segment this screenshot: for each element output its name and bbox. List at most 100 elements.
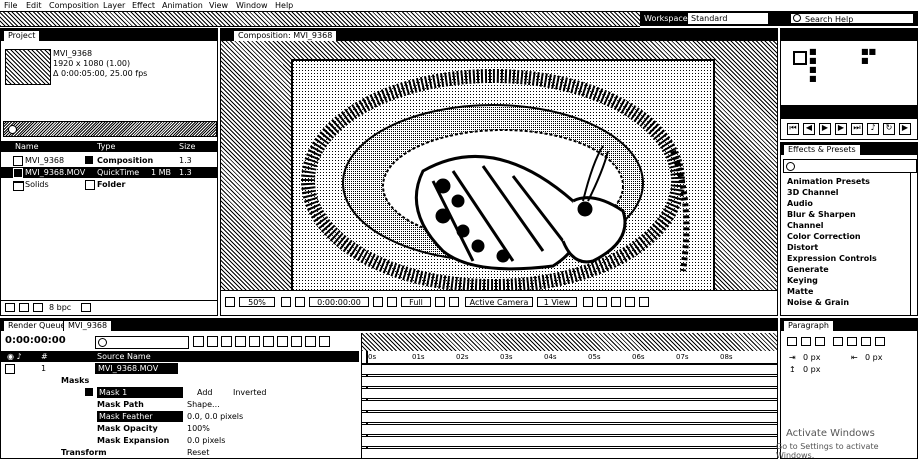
magnification-select[interactable]: 50% bbox=[239, 297, 275, 307]
resolution-select[interactable]: Full bbox=[401, 297, 431, 307]
tab-project[interactable]: Project bbox=[3, 30, 41, 41]
menu-layer[interactable]: Layer bbox=[103, 0, 125, 11]
hide-shy-layers-icon[interactable] bbox=[221, 336, 232, 347]
align-left-icon[interactable] bbox=[787, 337, 797, 346]
effect-category[interactable]: Generate bbox=[787, 265, 829, 274]
timeline-tracks-area[interactable]: 0s 01s 02s 03s 04s 05s 06s 07s 08s bbox=[361, 333, 777, 458]
draft-3d-icon[interactable] bbox=[207, 336, 218, 347]
effect-category[interactable]: 3D Channel bbox=[787, 188, 839, 197]
fast-previews-icon[interactable] bbox=[597, 297, 607, 307]
timeline-current-time[interactable]: 0:00:00:00 bbox=[5, 335, 66, 346]
effect-category[interactable]: Keying bbox=[787, 276, 818, 285]
space-before-value[interactable]: 0 px bbox=[803, 365, 820, 374]
graph-editor-icon[interactable] bbox=[263, 336, 274, 347]
property-value[interactable]: 0.0, 0.0 pixels bbox=[187, 411, 243, 422]
track-row[interactable] bbox=[362, 424, 777, 435]
hand-icon[interactable] bbox=[319, 336, 330, 347]
search-help-input[interactable]: Search Help bbox=[790, 13, 914, 24]
effect-category[interactable]: Expression Controls bbox=[787, 254, 877, 263]
track-row[interactable] bbox=[362, 400, 777, 411]
time-ruler[interactable]: 0s 01s 02s 03s 04s 05s 06s 07s 08s bbox=[362, 351, 777, 364]
menu-help[interactable]: Help bbox=[275, 0, 293, 11]
mask-visibility-icon[interactable] bbox=[295, 297, 305, 307]
camera-icon[interactable] bbox=[305, 336, 316, 347]
effect-category[interactable]: Matte bbox=[787, 287, 813, 296]
brainstorm-icon[interactable] bbox=[277, 336, 288, 347]
col-type[interactable]: Type bbox=[97, 142, 115, 151]
effect-category[interactable]: Noise & Grain bbox=[787, 298, 849, 307]
col-name[interactable]: Name bbox=[15, 142, 39, 151]
layer-duration-bar[interactable] bbox=[362, 364, 777, 375]
property-row[interactable]: Mask 1 Add Inverted bbox=[1, 387, 359, 398]
layer-name[interactable]: MVI_9368.MOV bbox=[95, 363, 178, 374]
grid-icon[interactable] bbox=[281, 297, 291, 307]
project-row[interactable]: MVI_9368 Composition 1.3 bbox=[1, 155, 217, 166]
justify-center-icon[interactable] bbox=[847, 337, 857, 346]
property-row[interactable]: Mask Expansion 0.0 pixels bbox=[1, 435, 359, 446]
layer-row[interactable]: 1 MVI_9368.MOV bbox=[1, 363, 359, 374]
indent-right-value[interactable]: 0 px bbox=[865, 353, 882, 362]
property-value[interactable]: 0.0 pixels bbox=[187, 435, 225, 446]
menu-window[interactable]: Window bbox=[236, 0, 268, 11]
effect-category[interactable]: Blur & Sharpen bbox=[787, 210, 856, 219]
track-row[interactable] bbox=[362, 376, 777, 387]
source-name-header[interactable]: Source Name bbox=[97, 352, 151, 361]
interpret-footage-button[interactable] bbox=[5, 303, 15, 312]
property-value[interactable]: 100% bbox=[187, 423, 210, 434]
audio-icon[interactable]: ♪ bbox=[867, 123, 879, 135]
previous-frame-button[interactable]: ◀ bbox=[803, 123, 815, 135]
align-center-icon[interactable] bbox=[801, 337, 811, 346]
effect-category[interactable]: Channel bbox=[787, 221, 824, 230]
keyframe-icon[interactable] bbox=[291, 336, 302, 347]
property-row[interactable]: Mask Feather 0.0, 0.0 pixels bbox=[1, 411, 359, 422]
indent-left-value[interactable]: 0 px bbox=[803, 353, 820, 362]
trash-icon[interactable] bbox=[81, 303, 91, 312]
justify-right-icon[interactable] bbox=[861, 337, 871, 346]
motion-blur-icon[interactable] bbox=[249, 336, 260, 347]
justify-left-icon[interactable] bbox=[833, 337, 843, 346]
toggle-pixel-aspect-icon[interactable] bbox=[583, 297, 593, 307]
effect-category[interactable]: Color Correction bbox=[787, 232, 861, 241]
effect-category[interactable]: Audio bbox=[787, 199, 813, 208]
play-button[interactable]: ▶ bbox=[819, 123, 831, 135]
workspace-select[interactable]: Standard bbox=[688, 13, 768, 24]
next-frame-button[interactable]: ▶ bbox=[835, 123, 847, 135]
property-value[interactable]: Reset bbox=[187, 447, 209, 458]
property-row[interactable]: Mask Opacity 100% bbox=[1, 423, 359, 434]
tab-timeline-comp[interactable]: MVI_9368 bbox=[63, 320, 113, 331]
track-row[interactable] bbox=[362, 448, 777, 458]
first-frame-button[interactable]: ⏮ bbox=[787, 123, 799, 135]
bpc-label[interactable]: 8 bpc bbox=[49, 303, 71, 312]
time-navigator[interactable] bbox=[362, 333, 777, 351]
effects-search-input[interactable] bbox=[783, 159, 917, 173]
transparency-grid-icon[interactable] bbox=[449, 297, 459, 307]
tab-paragraph[interactable]: Paragraph bbox=[783, 320, 834, 331]
ram-preview-button[interactable]: ▶ bbox=[899, 123, 911, 135]
composition-mini-flowchart-icon[interactable] bbox=[193, 336, 204, 347]
region-of-interest-icon[interactable] bbox=[435, 297, 445, 307]
tab-render-queue[interactable]: Render Queue bbox=[3, 320, 71, 331]
justify-all-icon[interactable] bbox=[875, 337, 885, 346]
menu-edit[interactable]: Edit bbox=[26, 0, 42, 11]
col-size[interactable]: Size bbox=[179, 142, 195, 151]
property-row[interactable]: Masks bbox=[1, 375, 359, 386]
last-frame-button[interactable]: ⏭ bbox=[851, 123, 863, 135]
effect-category[interactable]: Animation Presets bbox=[787, 177, 870, 186]
mask-inverted[interactable]: Inverted bbox=[233, 387, 267, 398]
timeline-icon[interactable] bbox=[611, 297, 621, 307]
mask-mode[interactable]: Add bbox=[197, 387, 213, 398]
effects-scrollbar[interactable] bbox=[910, 173, 917, 315]
exposure-icon[interactable] bbox=[639, 297, 649, 307]
new-composition-button[interactable] bbox=[33, 303, 43, 312]
flowchart-icon[interactable] bbox=[625, 297, 635, 307]
property-row[interactable]: Transform Reset bbox=[1, 447, 359, 458]
property-row[interactable]: Mask Path Shape... bbox=[1, 399, 359, 410]
view-layout-select[interactable]: 1 View bbox=[537, 297, 577, 307]
project-row[interactable]: Solids Folder bbox=[1, 179, 217, 191]
track-row[interactable] bbox=[362, 412, 777, 423]
property-value[interactable]: Shape... bbox=[187, 399, 220, 410]
channel-icon[interactable] bbox=[387, 297, 397, 307]
menu-animation[interactable]: Animation bbox=[162, 0, 203, 11]
track-row[interactable] bbox=[362, 436, 777, 447]
composition-viewer[interactable] bbox=[291, 59, 715, 295]
